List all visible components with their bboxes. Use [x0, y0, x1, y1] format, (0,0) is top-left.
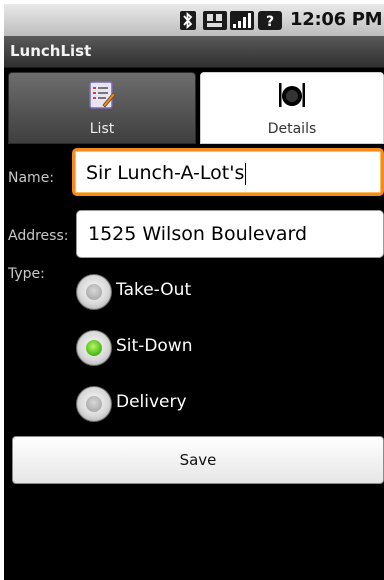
restaurant-plate-icon — [279, 81, 305, 109]
app-title: LunchList — [10, 42, 92, 60]
tab-list-label: List — [89, 121, 115, 137]
network-icon — [203, 11, 227, 30]
bluetooth-icon — [180, 11, 196, 30]
address-field[interactable]: 1525 Wilson Boulevard — [76, 210, 384, 258]
address-label: Address: — [8, 228, 69, 244]
name-field[interactable]: Sir Lunch-A-Lot's — [72, 148, 384, 196]
radio-dot — [86, 284, 102, 300]
device-frame: ? 12:06 PM LunchList List Details Name: … — [0, 0, 384, 580]
save-button[interactable]: Save — [12, 436, 384, 484]
tab-bar: List Details — [4, 68, 384, 144]
radio-button[interactable] — [76, 330, 112, 366]
radio-button[interactable] — [76, 386, 112, 422]
title-bar: LunchList — [4, 36, 384, 68]
radio-label: Sit-Down — [116, 336, 193, 356]
alert-icon: ? — [258, 11, 282, 30]
name-label: Name: — [8, 170, 55, 186]
radio-dot — [86, 396, 102, 412]
tab-list[interactable]: List — [8, 72, 196, 144]
radio-label: Delivery — [116, 392, 187, 412]
radio-label: Take-Out — [116, 280, 192, 300]
radio-button[interactable] — [76, 274, 112, 310]
tab-details[interactable]: Details — [200, 72, 384, 144]
list-icon — [89, 81, 116, 109]
status-bar: ? 12:06 PM — [4, 4, 384, 36]
screen: ? 12:06 PM LunchList List Details Name: … — [4, 4, 384, 580]
text-caret — [245, 162, 247, 185]
svg-text:?: ? — [266, 14, 274, 30]
name-field-value: Sir Lunch-A-Lot's — [86, 162, 245, 184]
signal-icon — [230, 11, 254, 30]
address-field-value: 1525 Wilson Boulevard — [88, 223, 308, 245]
radio-dot — [86, 340, 102, 356]
status-time: 12:06 PM — [290, 9, 383, 30]
tab-details-label: Details — [267, 121, 317, 137]
type-label: Type: — [8, 266, 45, 282]
